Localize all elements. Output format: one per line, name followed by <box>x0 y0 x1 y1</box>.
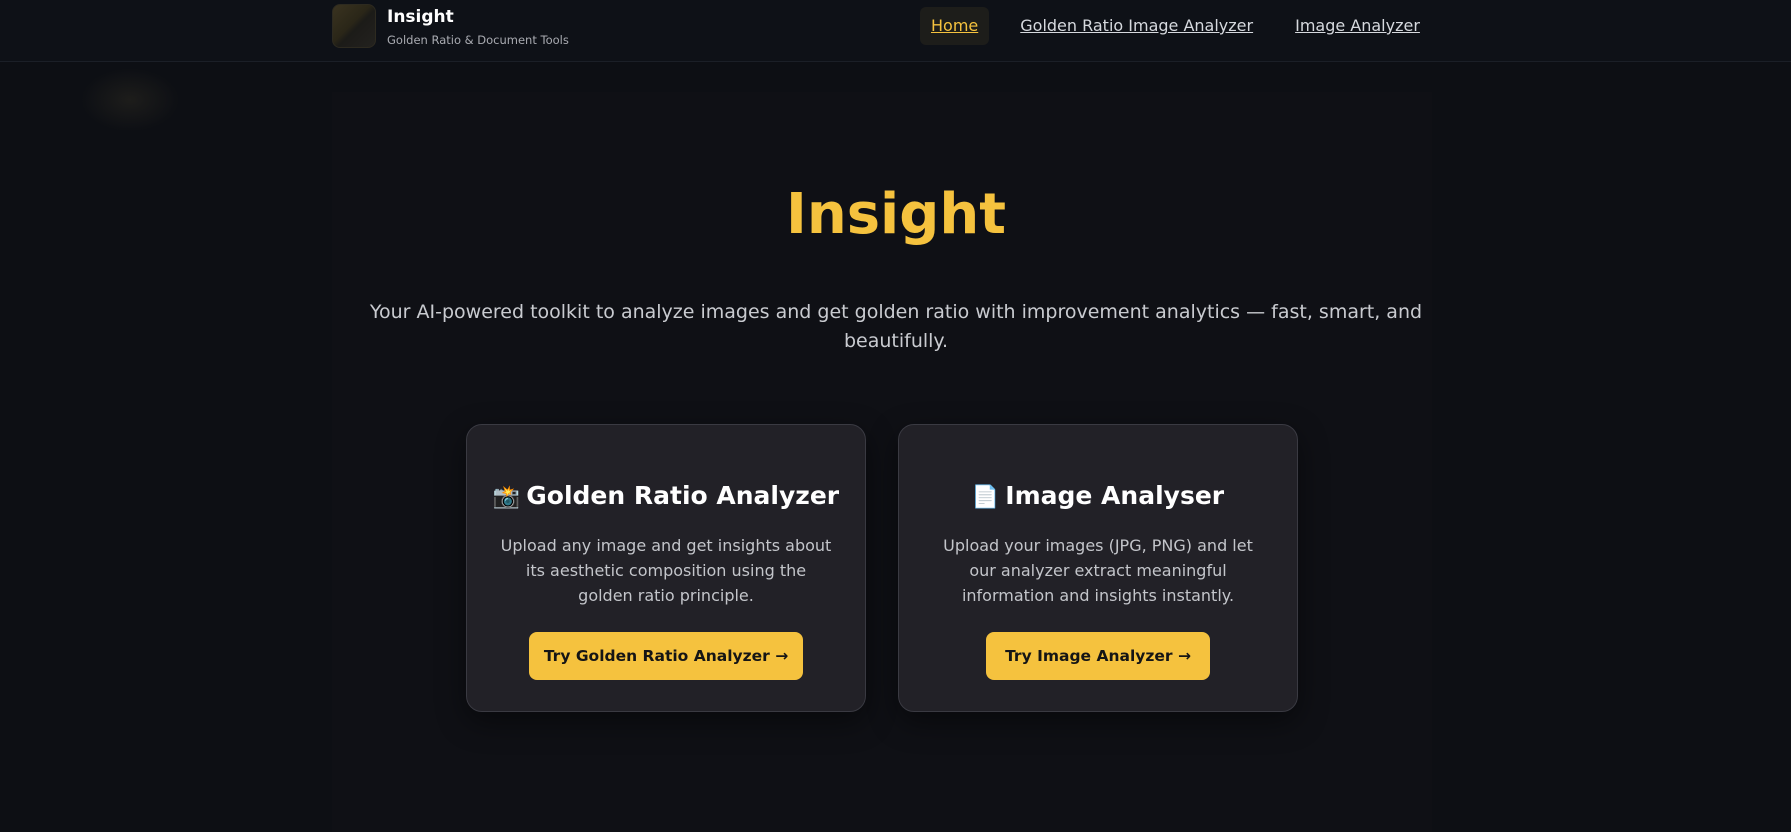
card-description: Upload any image and get insights about … <box>500 536 832 605</box>
try-golden-ratio-button[interactable]: Try Golden Ratio Analyzer → <box>529 632 803 680</box>
hero-subtitle: Your AI-powered toolkit to analyze image… <box>369 301 1423 352</box>
card-title-text: Image Analyser <box>1005 481 1225 510</box>
camera-flash-icon: 📸 <box>492 485 521 510</box>
document-icon: 📄 <box>971 485 1000 510</box>
card-description: Upload your images (JPG, PNG) and let ou… <box>943 536 1253 605</box>
brand-subtitle: Golden Ratio & Document Tools <box>387 33 569 47</box>
try-image-analyzer-button[interactable]: Try Image Analyzer → <box>986 632 1210 680</box>
brand-text: Insight Golden Ratio & Document Tools <box>387 6 569 47</box>
card-title: 📄 Image Analyser <box>899 480 1297 514</box>
card-title: 📸 Golden Ratio Analyzer <box>467 480 865 514</box>
nav-image-analyzer-link[interactable]: Image Analyzer <box>1295 15 1420 37</box>
golden-ratio-card: 📸 Golden Ratio Analyzer Upload any image … <box>466 424 866 712</box>
main-nav: Home Golden Ratio Image Analyzer Image A… <box>920 7 1420 45</box>
nav-home-link[interactable]: Home <box>920 7 990 45</box>
card-title-text: Golden Ratio Analyzer <box>526 481 840 510</box>
image-analyser-card: 📄 Image Analyser Upload your images (JPG,… <box>898 424 1298 712</box>
logo-icon <box>332 4 376 48</box>
site-header: Insight Golden Ratio & Document Tools Ho… <box>0 0 1791 62</box>
brand-title: Insight <box>387 7 454 27</box>
brand[interactable]: Insight Golden Ratio & Document Tools <box>332 4 569 48</box>
nav-golden-ratio-link[interactable]: Golden Ratio Image Analyzer <box>1020 15 1253 37</box>
hero-title: Insight <box>786 182 1006 247</box>
